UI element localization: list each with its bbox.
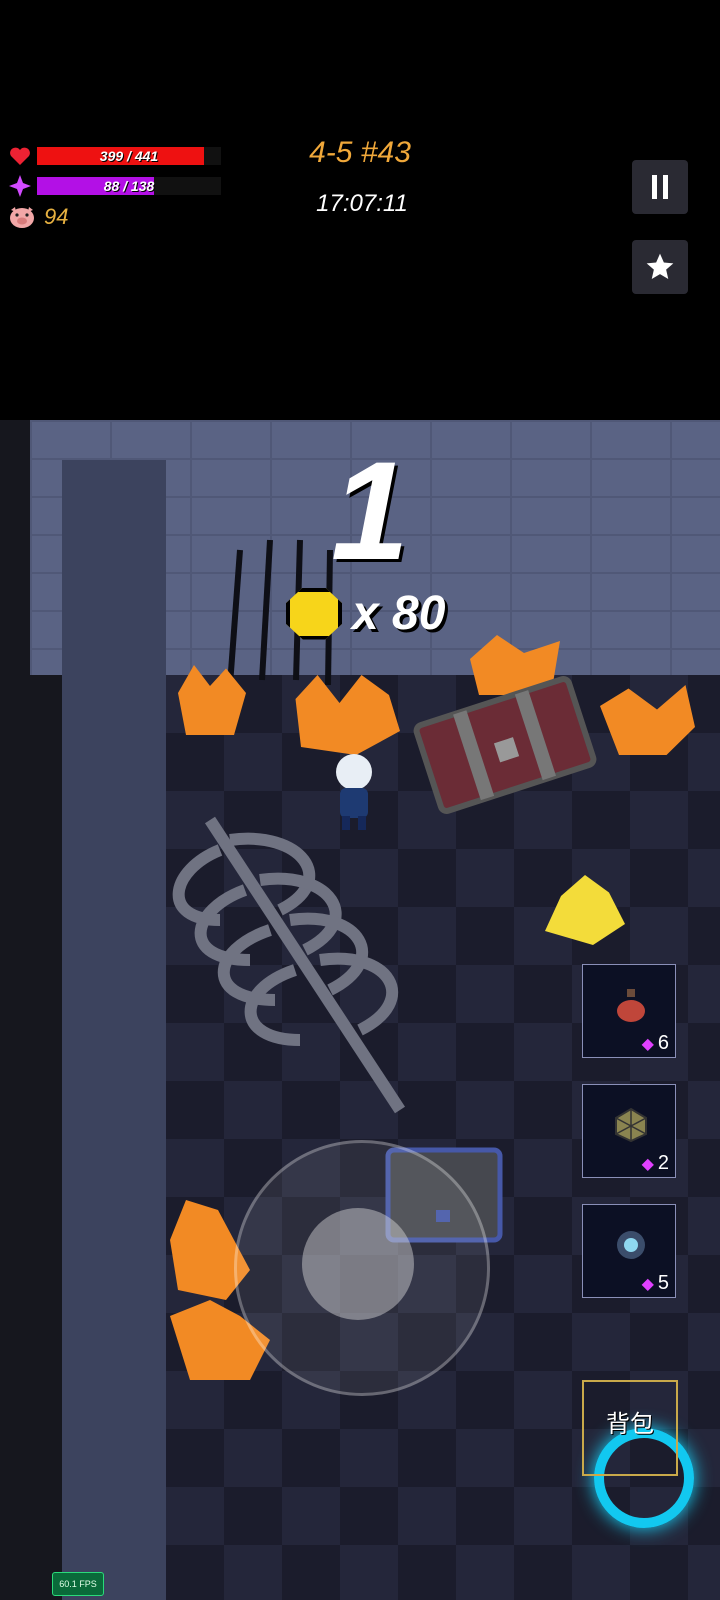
backpack-label: 背包 <box>606 1411 654 1438</box>
gem-icon: ◆ <box>641 1275 654 1293</box>
mana-gem-icon <box>9 175 31 197</box>
item-slot-3[interactable]: ◆ 5 <box>582 1204 676 1298</box>
pig-icon <box>10 207 34 228</box>
star-icon <box>646 253 674 279</box>
fps-counter: 60.1 FPS <box>52 1572 104 1596</box>
mp-text: 88 / 138 <box>103 178 155 194</box>
level-label: 4-5 #43 <box>309 136 411 169</box>
heart-icon <box>10 147 30 165</box>
coins-value: 94 <box>44 204 69 229</box>
item-count: ◆ 2 <box>641 1152 669 1174</box>
gold-reward-popup: x 80 <box>286 586 445 641</box>
hp-bar: 399 / 441 <box>36 146 222 166</box>
pause-icon <box>652 175 668 199</box>
favorite-button[interactable] <box>632 240 688 294</box>
coins-row: 94 <box>8 204 68 230</box>
joystick-knob[interactable] <box>302 1208 414 1320</box>
item-count: ◆ 5 <box>641 1272 669 1294</box>
backpack-button[interactable]: 背包 <box>582 1380 678 1476</box>
gem-icon: ◆ <box>641 1155 654 1173</box>
item-slot-2[interactable]: ◆ 2 <box>582 1084 676 1178</box>
gold-reward-text: x 80 <box>352 587 446 640</box>
item-count: ◆ 6 <box>641 1032 669 1054</box>
timer: 17:07:11 <box>316 190 408 217</box>
hp-row: 399 / 441 <box>8 144 222 168</box>
potion-icon <box>617 989 645 1022</box>
pause-button[interactable] <box>632 160 688 214</box>
polyhedron-icon <box>615 1107 647 1143</box>
gold-coin-icon <box>286 587 342 640</box>
combo-counter: 1 <box>331 432 409 589</box>
item-slot-1[interactable]: ◆ 6 <box>582 964 676 1058</box>
mp-bar: 88 / 138 <box>36 176 222 196</box>
mp-row: 88 / 138 <box>8 174 222 198</box>
gem-icon: ◆ <box>641 1035 654 1053</box>
skeleton-ribcage <box>172 816 406 1114</box>
treasure-chest-open[interactable] <box>410 660 600 830</box>
orb-icon <box>617 1231 645 1259</box>
hp-text: 399 / 441 <box>99 148 159 164</box>
